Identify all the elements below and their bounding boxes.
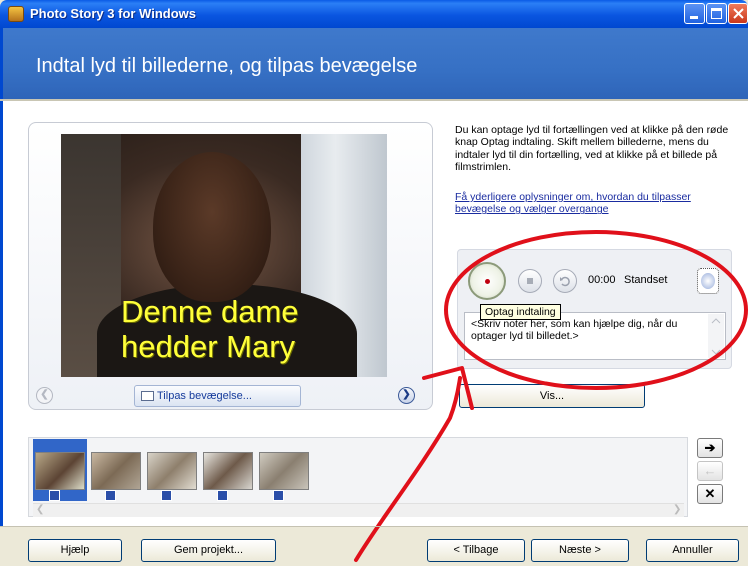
photo-subject-face <box>153 152 271 302</box>
photo-caption: Denne dame hedder Mary <box>121 294 381 364</box>
filmstrip-thumbnail[interactable] <box>147 452 197 490</box>
stop-button[interactable] <box>518 269 542 293</box>
help-button[interactable]: Hjælp <box>28 539 122 562</box>
edit-thumbnail-icon[interactable] <box>161 490 172 501</box>
notes-scrollbar[interactable] <box>708 314 724 358</box>
chevron-right-icon: ❯ <box>402 389 411 400</box>
undo-icon <box>560 276 570 287</box>
motion-icon <box>141 391 154 401</box>
record-icon <box>485 279 490 284</box>
delete-photo-button[interactable]: ✕ <box>697 484 723 504</box>
next-photo-button[interactable]: ❯ <box>398 387 415 404</box>
footer-divider <box>0 526 748 527</box>
back-button[interactable]: < Tilbage <box>427 539 525 562</box>
microphone-icon <box>701 273 715 289</box>
filmstrip-thumbnail[interactable] <box>203 452 253 490</box>
caption-line-1: Denne dame <box>121 294 299 329</box>
edit-thumbnail-icon[interactable] <box>273 490 284 501</box>
app-icon <box>8 6 24 22</box>
minimize-button[interactable] <box>684 3 705 24</box>
minimize-icon <box>690 16 698 19</box>
scroll-right-icon: ❯ <box>673 504 682 515</box>
recording-timer: 00:00 <box>588 274 616 286</box>
photo-preview: Denne dame hedder Mary <box>61 134 387 377</box>
arrow-right-icon: ➔ <box>704 440 716 455</box>
move-right-button[interactable]: ➔ <box>697 438 723 458</box>
maximize-icon <box>711 8 722 19</box>
scroll-down-icon <box>711 349 721 355</box>
customize-motion-button[interactable]: Tilpas bevægelse... <box>134 385 301 407</box>
customize-motion-label: Tilpas bevægelse... <box>157 390 252 402</box>
recording-status: Standset <box>624 274 668 286</box>
close-button[interactable] <box>728 3 748 24</box>
previous-photo-button[interactable]: ❮ <box>36 387 53 404</box>
preview-button[interactable]: Vis... <box>459 384 645 408</box>
arrow-left-icon: ← <box>703 463 717 478</box>
maximize-button[interactable] <box>706 3 727 24</box>
chevron-left-icon: ❮ <box>40 389 49 400</box>
microphone-button[interactable] <box>697 268 719 294</box>
record-tooltip: Optag indtaling <box>480 304 561 320</box>
close-icon <box>733 8 744 19</box>
next-button[interactable]: Næste > <box>531 539 629 562</box>
filmstrip-scrollbar[interactable]: ❮ ❯ <box>33 503 684 517</box>
filmstrip-thumbnail[interactable] <box>35 452 85 490</box>
scroll-left-icon: ❮ <box>36 504 45 515</box>
filmstrip-thumbnail[interactable] <box>259 452 309 490</box>
instruction-text: Du kan optage lyd til fortællingen ved a… <box>455 124 729 174</box>
edit-thumbnail-icon[interactable] <box>49 490 60 501</box>
undo-button[interactable] <box>553 269 577 293</box>
edit-thumbnail-icon[interactable] <box>217 490 228 501</box>
save-project-button[interactable]: Gem projekt... <box>141 539 276 562</box>
cancel-button[interactable]: Annuller <box>646 539 739 562</box>
edit-thumbnail-icon[interactable] <box>105 490 116 501</box>
record-narration-button[interactable] <box>468 262 506 300</box>
page-title: Indtal lyd til billederne, og tilpas bev… <box>36 55 418 77</box>
move-left-button[interactable]: ← <box>697 461 723 481</box>
filmstrip-thumbnail[interactable] <box>91 452 141 490</box>
delete-icon: ✕ <box>704 486 716 501</box>
caption-line-2: hedder Mary <box>121 329 296 364</box>
scroll-up-icon <box>711 318 721 324</box>
more-info-link[interactable]: Få yderligere oplysninger om, hvordan du… <box>455 191 740 216</box>
stop-icon <box>527 278 533 284</box>
notes-text: <Skriv noter her, som kan hjælpe dig, nå… <box>471 318 678 343</box>
window-title: Photo Story 3 for Windows <box>30 6 196 21</box>
